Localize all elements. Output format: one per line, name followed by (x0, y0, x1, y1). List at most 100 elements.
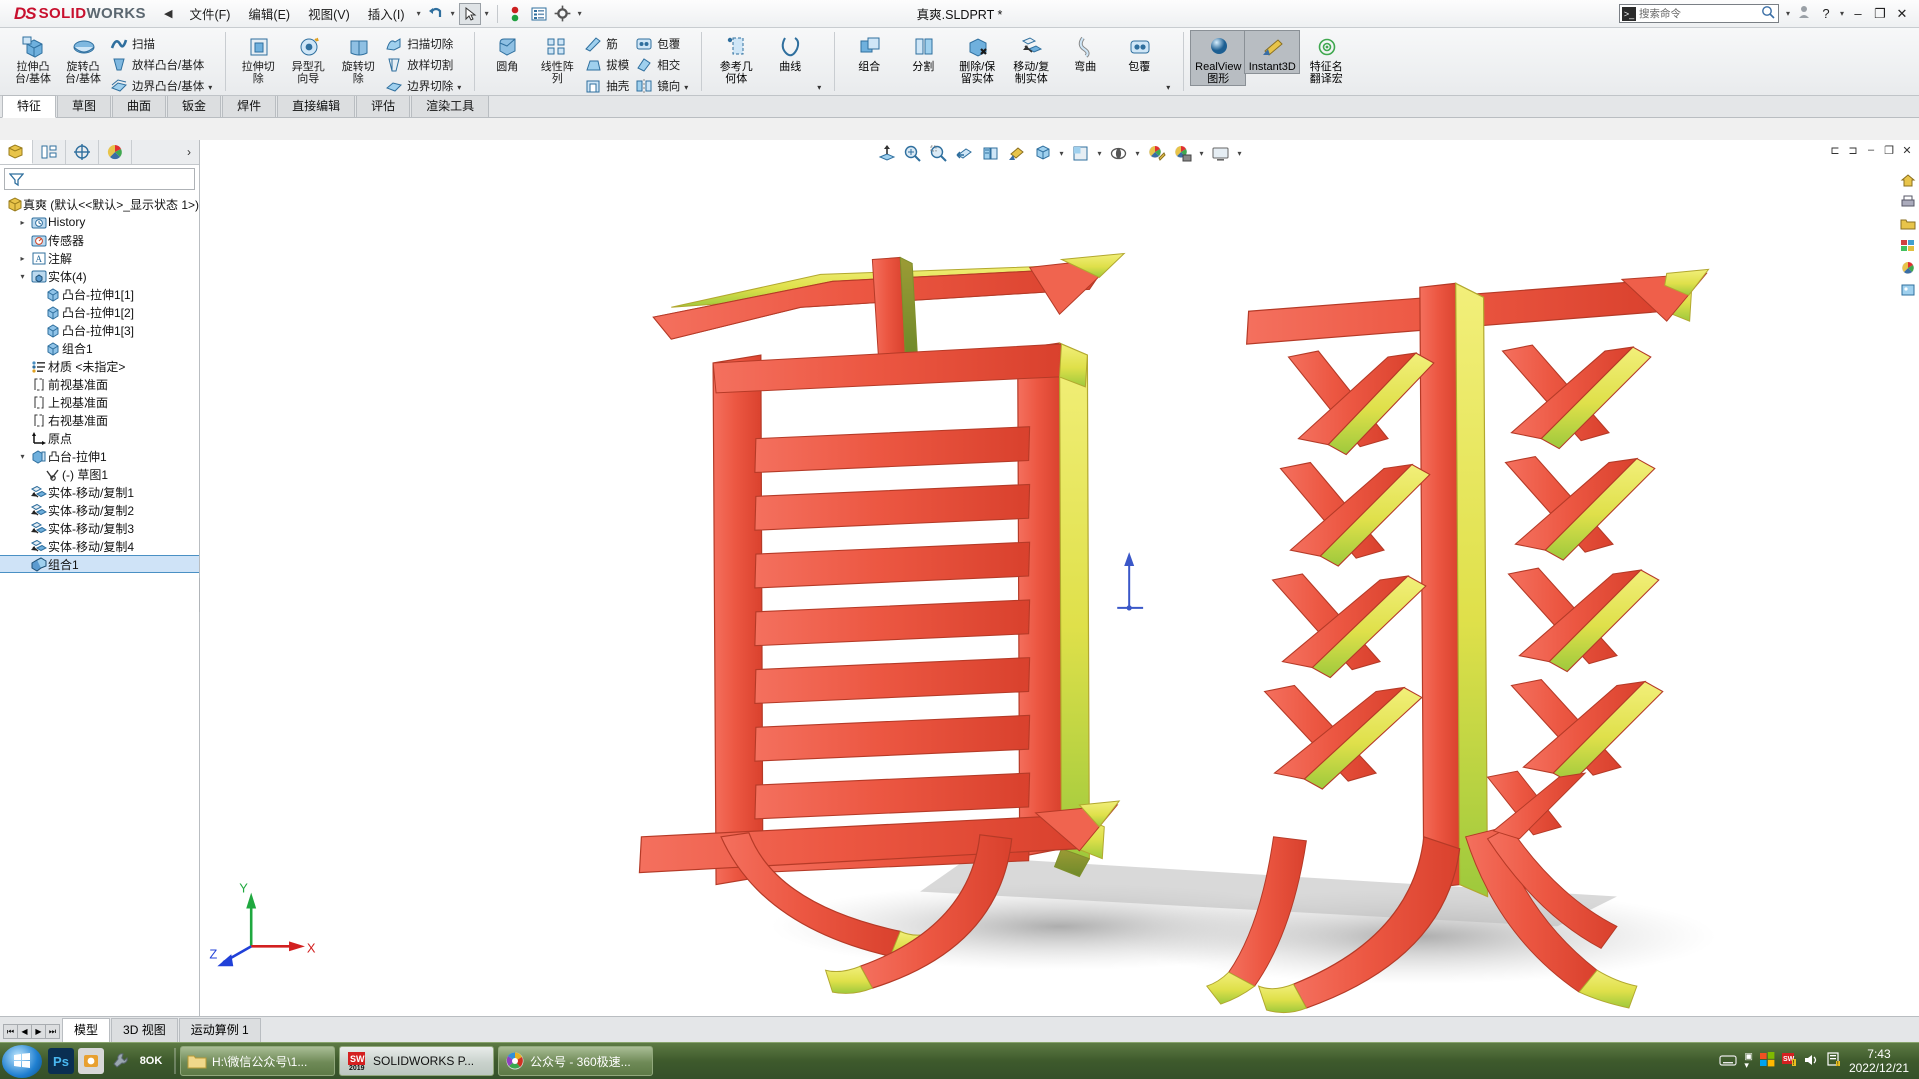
doc-restore-next-icon[interactable]: ⊐ (1845, 142, 1861, 158)
view-settings-caret-icon[interactable]: ▾ (1235, 149, 1245, 158)
doc-restore-icon[interactable]: ❐ (1881, 142, 1897, 158)
tab-render-tools[interactable]: 渲染工具 (411, 95, 490, 117)
search-commands-input[interactable]: >_ 搜索命令 (1618, 4, 1779, 23)
tab-sketch[interactable]: 草图 (57, 95, 112, 117)
doc-minimize-icon[interactable]: – (1863, 142, 1879, 158)
zoom-to-fit-button[interactable] (874, 142, 898, 164)
tree-item[interactable]: ▾ 凸台-拉伸1 (0, 447, 199, 465)
options-list-icon[interactable] (528, 3, 550, 25)
minimize-button[interactable]: – (1847, 6, 1869, 21)
solidworks-tray-icon[interactable]: SW! (1781, 1052, 1797, 1070)
draft-button[interactable]: 拔模 (582, 54, 633, 75)
reference-group-expand-icon[interactable]: ▾ (817, 83, 827, 95)
tree-item[interactable]: 实体-移动/复制2 (0, 501, 199, 519)
tree-item[interactable]: 上视基准面 (0, 393, 199, 411)
taskbar-window-solidworks[interactable]: SW 2019 SOLIDWORKS P... (339, 1046, 494, 1076)
doc-restore-prev-icon[interactable]: ⊏ (1827, 142, 1843, 158)
keyboard-tray-icon[interactable] (1719, 1054, 1738, 1069)
features-group-expand-icon[interactable]: ▾ (684, 83, 694, 95)
view-orientation-button[interactable] (978, 142, 1002, 164)
settings-caret-icon[interactable]: ▾ (575, 9, 585, 18)
volume-tray-icon[interactable] (1804, 1053, 1820, 1070)
delete-keep-body-button[interactable]: 删除/保 留实体 (950, 31, 1004, 85)
wrap2-button[interactable]: 包覆 (1112, 31, 1166, 73)
help-button[interactable]: ? (1815, 6, 1837, 21)
windows-tray-icon[interactable] (1759, 1052, 1775, 1070)
extrude-cut-button[interactable]: 拉伸切除 (233, 31, 283, 85)
revolve-cut-button[interactable]: 旋转切除 (333, 31, 383, 85)
property-manager-tab[interactable] (33, 140, 66, 164)
feature-translate-button[interactable]: 特征名 翻译宏 (1299, 31, 1353, 85)
taskbar-window-browser[interactable]: 公众号 - 360极速... (498, 1046, 653, 1076)
loft-boss-button[interactable]: 放样凸台/基体 (108, 54, 208, 75)
display-style-button[interactable] (1004, 142, 1028, 164)
tree-item[interactable]: 实体-移动/复制4 (0, 537, 199, 555)
home-icon[interactable] (1899, 170, 1918, 189)
menu-collapse-arrow-icon[interactable]: ◀ (156, 7, 180, 20)
appearances-swatch-icon[interactable] (1899, 236, 1918, 255)
rebuild-icon[interactable] (504, 3, 526, 25)
scene-caret-icon[interactable]: ▾ (1197, 149, 1207, 158)
appearance-preview-caret-icon[interactable]: ▾ (1094, 149, 1104, 158)
boundary-cut-button[interactable]: 边界切除 (383, 75, 457, 96)
tab-surfaces[interactable]: 曲面 (112, 95, 167, 117)
feature-manager-tab[interactable] (0, 140, 33, 164)
rib-button[interactable]: 筋 (582, 33, 633, 54)
bodies-group-expand-icon[interactable]: ▾ (1166, 83, 1176, 95)
tree-item[interactable]: ▸ A 注解 (0, 249, 199, 267)
user-account-icon[interactable] (1793, 5, 1815, 22)
tree-item[interactable]: 右视基准面 (0, 411, 199, 429)
last-tab-button[interactable]: ⏭ (45, 1024, 60, 1039)
cut-group-expand-icon[interactable]: ▾ (457, 83, 467, 95)
hole-wizard-button[interactable]: 异型孔 向导 (283, 31, 333, 85)
section-view-button[interactable] (952, 142, 976, 164)
tree-item[interactable]: 原点 (0, 429, 199, 447)
mirror-button[interactable]: 镜向 (633, 75, 684, 96)
intersect-button[interactable]: 相交 (633, 54, 684, 75)
start-button[interactable] (2, 1044, 42, 1078)
tree-item[interactable]: (-) 草图1 (0, 465, 199, 483)
tree-item[interactable]: 组合1 (0, 339, 199, 357)
tool-icon[interactable] (108, 1048, 134, 1074)
restore-button[interactable]: ❐ (1869, 6, 1891, 22)
tree-item[interactable]: ▸ History (0, 213, 199, 231)
sweep-cut-button[interactable]: 扫描切除 (383, 33, 457, 54)
zoom-to-area-button[interactable] (900, 142, 924, 164)
tree-item[interactable]: 凸台-拉伸1[1] (0, 285, 199, 303)
search-caret-icon[interactable]: ▾ (1783, 9, 1793, 18)
menu-insert[interactable]: 插入(I) (359, 0, 414, 27)
tree-expand-toggle[interactable]: ▸ (16, 218, 29, 227)
instant3d-button[interactable]: Instant3D (1244, 30, 1301, 74)
bottom-tab-model[interactable]: 模型 (62, 1018, 111, 1042)
media-player-icon[interactable] (78, 1048, 104, 1074)
bottom-tab-motion-study[interactable]: 运动算例 1 (178, 1018, 261, 1042)
folder-icon[interactable] (1899, 214, 1918, 233)
settings-gear-icon[interactable] (552, 3, 574, 25)
undo-icon[interactable] (425, 3, 447, 25)
configuration-manager-tab[interactable] (66, 140, 99, 164)
scenes-ball-icon[interactable] (1899, 258, 1918, 277)
tray-expand-icon[interactable]: ▣ ▾ (1744, 1052, 1753, 1070)
view-settings-button[interactable] (1209, 142, 1233, 164)
hide-show-items-button[interactable] (1030, 142, 1054, 164)
tree-item[interactable]: 真爽 (默认<<默认>_显示状态 1>) (0, 195, 199, 213)
tab-evaluate[interactable]: 评估 (356, 95, 411, 117)
select-tool-icon[interactable] (458, 2, 481, 25)
model-3d-view[interactable]: Y X Z (200, 140, 1919, 1016)
tree-expand-toggle[interactable]: ▾ (16, 272, 29, 281)
print-icon[interactable] (1899, 192, 1918, 211)
extrude-boss-button[interactable]: 拉伸凸 台/基体 (8, 31, 58, 85)
prev-tab-button[interactable]: ◀ (17, 1024, 32, 1039)
curve-button[interactable]: 曲线 (763, 31, 817, 73)
split-button[interactable]: 分割 (896, 31, 950, 73)
sweep-button[interactable]: 扫描 (108, 33, 208, 54)
hide-show-caret-icon[interactable]: ▾ (1056, 149, 1066, 158)
loft-cut-button[interactable]: 放样切割 (383, 54, 457, 75)
menu-view[interactable]: 视图(V) (299, 0, 359, 27)
photoshop-icon[interactable]: Ps (48, 1048, 74, 1074)
perspective-caret-icon[interactable]: ▾ (1132, 149, 1142, 158)
tree-item[interactable]: 实体-移动/复制3 (0, 519, 199, 537)
graphics-area[interactable]: ▾ ▾ ▾ ▾ ▾ ⊏ ⊐ – ❐ ✕ Y X Z (200, 140, 1919, 1016)
next-tab-button[interactable]: ▶ (31, 1024, 46, 1039)
previous-view-button[interactable] (926, 142, 950, 164)
